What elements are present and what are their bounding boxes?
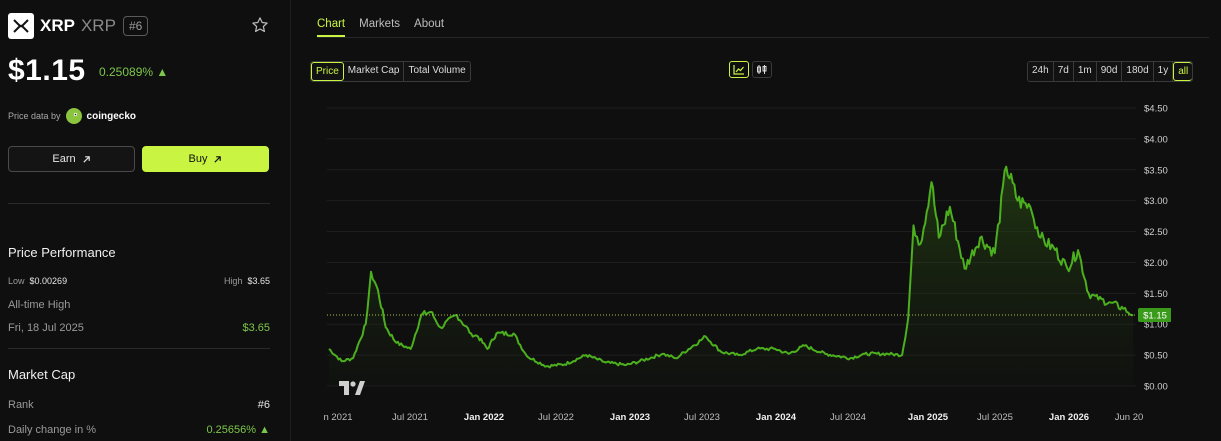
tab-about[interactable]: About (414, 18, 444, 37)
high-value: $3.65 (247, 276, 270, 286)
candlestick-icon[interactable] (752, 61, 772, 78)
xrp-logo-icon (8, 13, 34, 39)
daily-change-row: Daily change in % 0.25656% ▲ (8, 424, 270, 436)
y-tick-label: $4.00 (1144, 134, 1168, 145)
ath-row: Fri, 18 Jul 2025 $3.65 (8, 322, 270, 334)
y-tick-label: $3.50 (1144, 165, 1168, 176)
range-7d-button[interactable]: 7d (1053, 62, 1074, 81)
coin-symbol: XRP (80, 16, 116, 35)
current-price-label: $1.15 (1143, 310, 1167, 321)
tab-chart[interactable]: Chart (317, 18, 346, 37)
x-tick-label: Jul 2022 (538, 412, 574, 423)
range-selector: 24h 7d 1m 90d 180d 1y all (1027, 61, 1194, 82)
rank-value: #6 (257, 399, 270, 411)
metric-price-button[interactable]: Price (311, 62, 344, 81)
daily-change-value: 0.25656% ▲ (206, 424, 271, 436)
tab-markets[interactable]: Markets (359, 18, 400, 37)
current-price: $1.15 (8, 54, 86, 87)
chart-type-selector (729, 61, 772, 78)
buy-button-label: Buy (188, 153, 208, 165)
rank-row: Rank #6 (8, 399, 270, 411)
low-high-row: Low $0.00269 High $3.65 (8, 276, 270, 286)
x-tick-label: Jul 2021 (392, 412, 428, 423)
price-data-provider[interactable]: coingecko (87, 111, 136, 122)
ath-label: All-time High (8, 299, 71, 311)
metric-total-volume-button[interactable]: Total Volume (404, 62, 470, 81)
low-value: $0.00269 (29, 276, 68, 286)
earn-button[interactable]: Earn (8, 146, 135, 172)
buy-button[interactable]: Buy (142, 146, 269, 172)
y-tick-label: $0.50 (1144, 351, 1168, 362)
range-90d-button[interactable]: 90d (1096, 62, 1123, 81)
tab-divider (317, 37, 1209, 38)
range-all-button[interactable]: all (1173, 62, 1193, 81)
y-tick-label: $3.00 (1144, 196, 1168, 207)
market-cap-title: Market Cap (8, 367, 76, 382)
x-tick-label: Jan 2026 (1049, 412, 1089, 423)
x-tick-label: Jan 2025 (908, 412, 949, 423)
price-data-label: Price data by (8, 111, 61, 121)
line-chart-icon[interactable] (729, 61, 749, 78)
coingecko-logo-icon (65, 108, 82, 124)
coin-header: XRP XRP #6 (8, 12, 149, 40)
range-1m-button[interactable]: 1m (1073, 62, 1097, 81)
price-performance-title: Price Performance (8, 245, 116, 260)
ath-value: $3.65 (242, 322, 270, 334)
x-tick-label: n 2021 (323, 412, 352, 423)
divider (8, 203, 270, 204)
coin-sidebar: XRP XRP #6 $1.15 0.25089% ▲ Price data b… (0, 0, 291, 441)
arrow-up-right-icon (83, 155, 90, 163)
earn-button-label: Earn (52, 153, 76, 165)
y-tick-label: $1.50 (1144, 289, 1168, 300)
tradingview-logo (339, 381, 365, 400)
x-tick-label: Jul 2025 (977, 412, 1013, 423)
divider (8, 348, 270, 349)
x-tick-label: Jul 2023 (684, 412, 720, 423)
y-tick-label: $0.00 (1144, 382, 1168, 393)
x-tick-label: Jan 2023 (610, 412, 650, 423)
x-tick-label: Jun 20 (1115, 412, 1144, 423)
chart-panel: Chart Markets About Price Market Cap Total V… (291, 0, 1221, 441)
metric-selector: Price Market Cap Total Volume (310, 61, 471, 82)
low-label: Low (8, 276, 25, 286)
arrow-up-right-icon (214, 155, 222, 163)
price-data-attribution: Price data by coingecko (8, 108, 136, 124)
y-tick-label: $2.50 (1144, 227, 1168, 238)
ath-date: Fri, 18 Jul 2025 (8, 322, 84, 334)
ath-label-row: All-time High (8, 299, 270, 311)
x-tick-label: Jul 2024 (830, 412, 866, 423)
y-tick-label: $4.50 (1144, 104, 1168, 115)
range-24h-button[interactable]: 24h (1028, 62, 1054, 81)
daily-change-label: Daily change in % (8, 424, 97, 436)
x-tick-label: Jan 2022 (464, 412, 504, 423)
tab-bar: Chart Markets About (317, 18, 444, 37)
y-tick-label: $2.00 (1144, 258, 1168, 269)
price-chart[interactable]: $0.00$0.50$1.00$1.50$2.00$2.50$3.00$3.50… (291, 95, 1171, 425)
star-icon[interactable] (251, 16, 269, 39)
range-1y-button[interactable]: 1y (1153, 62, 1174, 81)
price-change: 0.25089% ▲ (99, 65, 169, 79)
high-label: High (223, 276, 243, 286)
rank-label: Rank (8, 399, 34, 411)
x-tick-label: Jan 2024 (756, 412, 797, 423)
metric-market-cap-button[interactable]: Market Cap (343, 62, 405, 81)
rank-badge: #6 (122, 16, 149, 36)
range-180d-button[interactable]: 180d (1122, 62, 1154, 81)
coin-name: XRP (40, 16, 75, 35)
